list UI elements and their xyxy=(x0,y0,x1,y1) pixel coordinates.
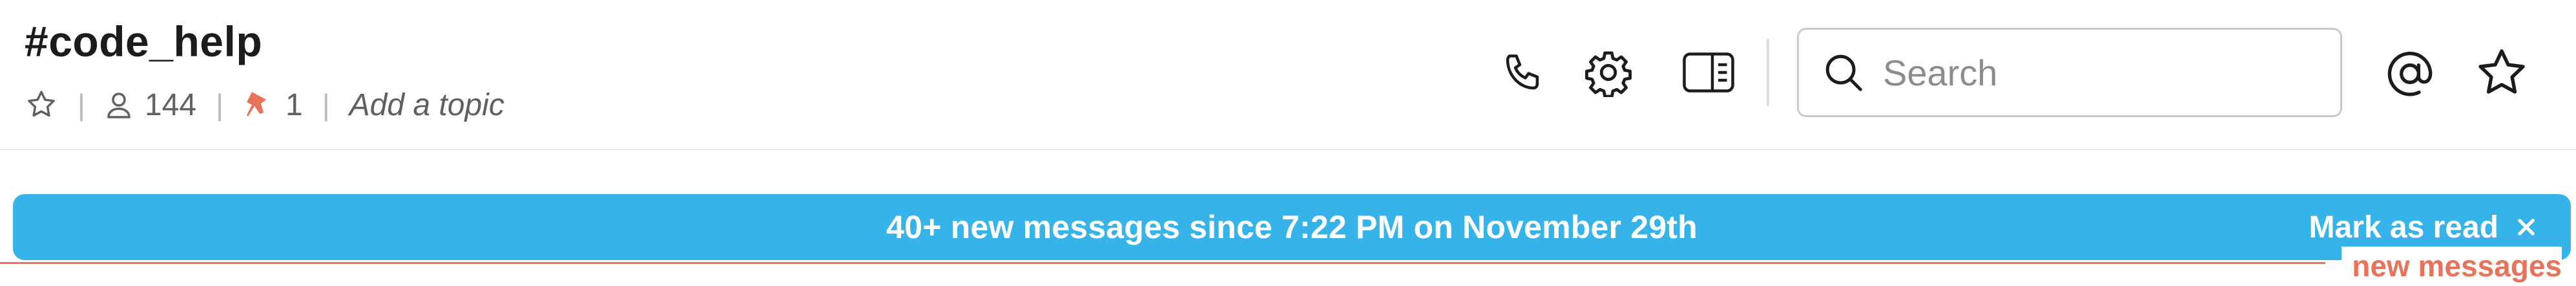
star-icon[interactable] xyxy=(25,88,58,122)
member-count: 144 xyxy=(144,87,197,122)
meta-separator: | xyxy=(78,88,85,122)
gear-icon[interactable] xyxy=(1583,47,1634,98)
at-sign-icon[interactable] xyxy=(2381,47,2439,101)
channel-meta: | 144 | 1 | Add a topic xyxy=(25,84,504,126)
pinned-count: 1 xyxy=(286,87,303,122)
member-count-button[interactable]: 144 xyxy=(105,87,196,123)
channel-header: #code_help | 144 | 1 | Add a topic Searc… xyxy=(0,0,2576,150)
search-box[interactable] xyxy=(1797,28,2342,117)
phone-icon[interactable] xyxy=(1497,47,1549,98)
header-divider xyxy=(1767,39,1769,106)
pinned-count-button[interactable]: 1 xyxy=(243,87,303,123)
add-topic-link[interactable]: Add a topic xyxy=(349,87,504,123)
sidebar-panel-icon[interactable] xyxy=(1679,47,1738,98)
new-messages-divider xyxy=(0,262,2325,264)
person-icon xyxy=(105,89,133,120)
close-icon[interactable] xyxy=(2515,216,2537,238)
banner-text: 40+ new messages since 7:22 PM on Novemb… xyxy=(886,209,1698,245)
search-input[interactable] xyxy=(1882,50,2323,94)
channel-view: #code_help | 144 | 1 | Add a topic Searc… xyxy=(0,0,2576,286)
channel-title[interactable]: #code_help xyxy=(25,17,262,66)
star-icon[interactable] xyxy=(2471,44,2532,102)
new-messages-banner[interactable]: 40+ new messages since 7:22 PM on Novemb… xyxy=(13,194,2571,260)
mark-as-read-label: Mark as read xyxy=(2309,210,2498,245)
new-messages-label: new messages xyxy=(2342,247,2562,285)
meta-separator: | xyxy=(322,88,330,122)
search-icon xyxy=(1821,50,1866,95)
meta-separator: | xyxy=(216,88,223,122)
pin-icon xyxy=(243,88,274,122)
